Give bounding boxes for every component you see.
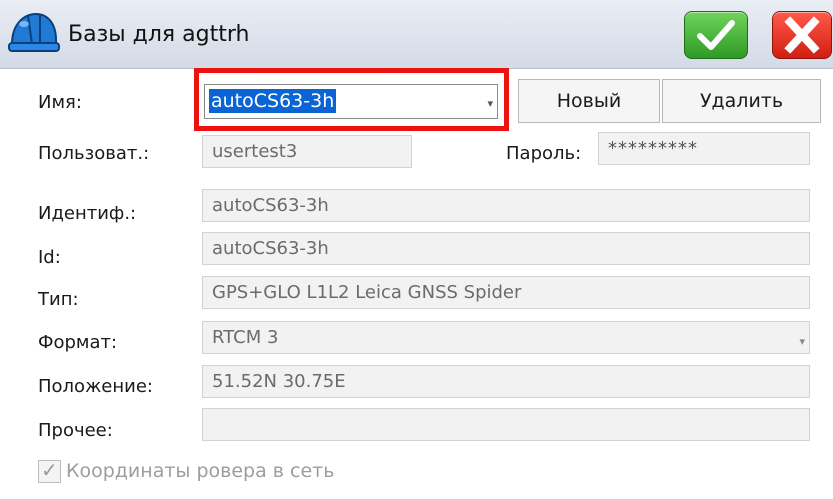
format-select-value: RTCM 3 [212,327,279,348]
user-label: Пользоват.: [38,143,150,164]
format-label: Формат: [38,332,118,353]
window-title: Базы для agttrh [68,22,250,47]
type-label: Тип: [38,289,79,310]
helmet-icon [8,12,60,52]
id-field[interactable]: autoCS63-3h [202,232,810,265]
name-label: Имя: [38,92,82,113]
rover-checkbox-label: Координаты ровера в сеть [66,460,335,482]
position-label: Положение: [38,376,153,397]
checkmark-icon [697,20,735,50]
position-field[interactable]: 51.52N 30.75E [202,365,810,398]
checkmark-icon: ✓ [41,458,58,482]
password-label: Пароль: [506,143,582,164]
name-select-value: autoCS63-3h [209,89,337,113]
other-label: Прочее: [38,420,113,441]
password-field[interactable]: ********* [598,132,810,165]
delete-button[interactable]: Удалить [662,79,821,123]
dropdown-arrow-icon: ▾ [799,335,805,348]
id-label: Id: [38,247,61,268]
other-field[interactable] [202,408,810,441]
close-x-icon [784,16,820,54]
ident-label: Идентиф.: [38,203,137,224]
dropdown-arrow-icon: ▾ [487,97,493,110]
user-field[interactable]: usertest3 [202,135,412,168]
title-bar: Базы для agttrh [0,0,833,69]
format-select[interactable]: RTCM 3 ▾ [202,321,810,354]
name-select[interactable]: autoCS63-3h ▾ [204,84,498,119]
ok-button[interactable] [684,11,748,59]
cancel-button[interactable] [772,11,832,59]
ident-field[interactable]: autoCS63-3h [202,189,810,222]
rover-checkbox[interactable]: ✓ [38,458,61,483]
type-field[interactable]: GPS+GLO L1L2 Leica GNSS Spider [202,276,810,309]
new-button[interactable]: Новый [518,79,660,123]
